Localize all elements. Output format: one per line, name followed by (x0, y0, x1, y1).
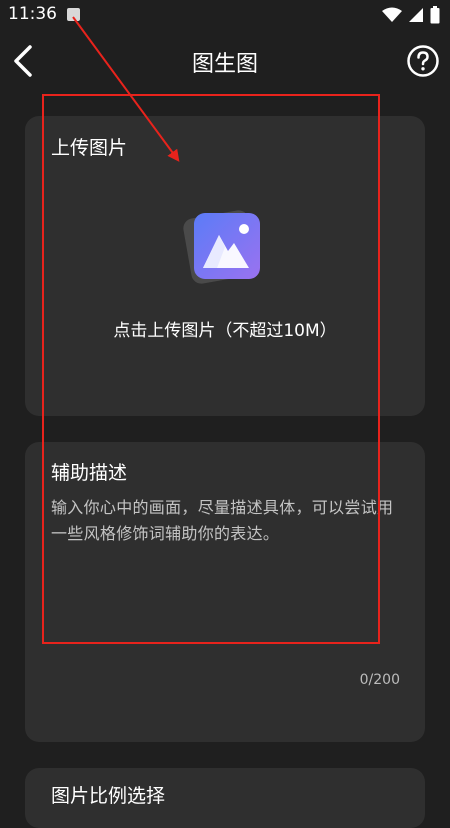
help-button[interactable] (406, 44, 440, 78)
description-input[interactable]: 输入你心中的画面，尽量描述具体，可以尝试用一些风格修饰词辅助你的表达。 (51, 495, 401, 675)
app-bar: 图生图 (0, 30, 450, 94)
upload-image-button[interactable] (181, 202, 271, 292)
page-title: 图生图 (191, 52, 258, 77)
status-time: 11:36 (8, 4, 57, 24)
help-icon (407, 45, 439, 77)
upload-card-title: 上传图片 (51, 137, 128, 159)
ratio-card-title: 图片比例选择 (51, 785, 166, 807)
ratio-selection-card: 图片比例选择 (25, 768, 425, 828)
battery-icon (430, 6, 440, 24)
character-counter: 0/200 (359, 672, 400, 688)
image-upload-icon (183, 210, 260, 284)
wifi-icon (382, 7, 402, 22)
status-icons (382, 6, 440, 24)
upload-hint-text: 点击上传图片（不超过10M） (113, 321, 337, 341)
status-bar: 11:36 (0, 0, 450, 30)
notification-icon (67, 8, 80, 21)
description-card: 辅助描述 输入你心中的画面，尽量描述具体，可以尝试用一些风格修饰词辅助你的表达。… (25, 442, 425, 742)
upload-image-card[interactable]: 上传图片 点击上传图片（不超过10M） (25, 116, 425, 416)
cellular-signal-icon (409, 8, 423, 22)
description-card-title: 辅助描述 (51, 462, 128, 484)
